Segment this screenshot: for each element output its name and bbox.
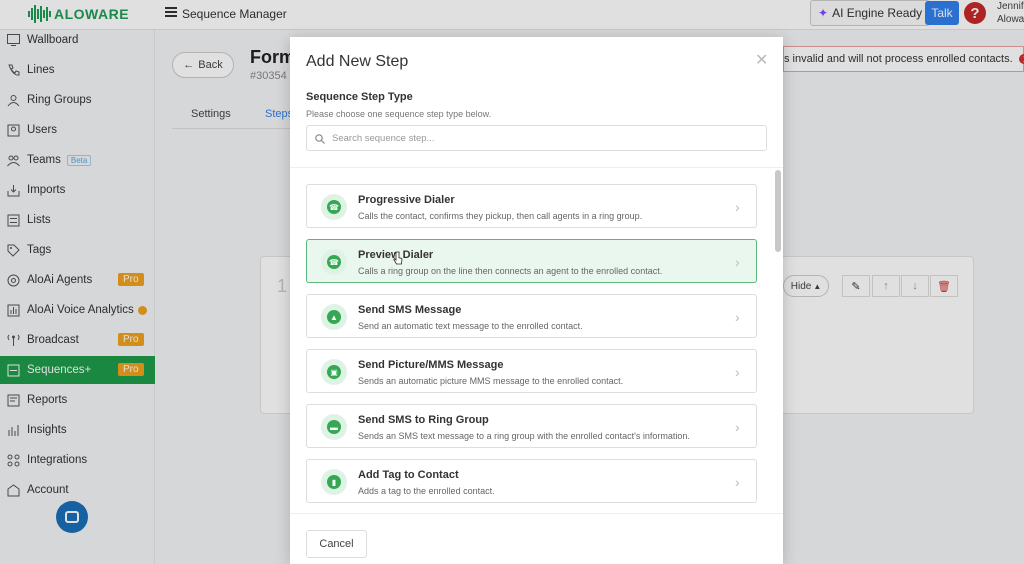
step-option-desc: Sends an SMS text message to a ring grou…: [358, 431, 690, 441]
cancel-button[interactable]: Cancel: [306, 530, 367, 558]
mouse-cursor-icon: [393, 251, 403, 265]
chevron-right-icon: ›: [735, 419, 740, 435]
sms-ring-group-icon: ▬: [321, 414, 347, 440]
chevron-right-icon: ›: [735, 364, 740, 380]
step-option-title: Add Tag to Contact: [358, 469, 459, 481]
search-icon: [315, 133, 325, 144]
step-option-title: Progressive Dialer: [358, 194, 455, 206]
scrollbar[interactable]: [775, 170, 781, 252]
search-input[interactable]: [332, 132, 752, 144]
step-option-add-tag[interactable]: ▮ Add Tag to Contact Adds a tag to the e…: [306, 459, 757, 503]
step-option-send-sms[interactable]: ▲ Send SMS Message Send an automatic tex…: [306, 294, 757, 338]
step-option-desc: Calls a ring group on the line then conn…: [358, 266, 663, 276]
step-option-title: Send SMS to Ring Group: [358, 414, 489, 426]
chevron-right-icon: ›: [735, 474, 740, 490]
close-icon[interactable]: ✕: [755, 50, 768, 70]
step-option-title: Send Picture/MMS Message: [358, 359, 504, 371]
preview-dialer-icon: ☎: [321, 249, 347, 275]
step-option-preview-dialer[interactable]: ☎ Preview Dialer Calls a ring group on t…: [306, 239, 757, 283]
divider: [290, 167, 783, 168]
step-option-desc: Send an automatic text message to the en…: [358, 321, 583, 331]
send-sms-icon: ▲: [321, 304, 347, 330]
modal-title: Add New Step: [306, 53, 409, 70]
step-type-label: Sequence Step Type: [306, 91, 413, 103]
step-option-title: Send SMS Message: [358, 304, 462, 316]
step-type-help: Please choose one sequence step type bel…: [306, 109, 492, 119]
chevron-right-icon: ›: [735, 199, 740, 215]
step-option-desc: Sends an automatic picture MMS message t…: [358, 376, 624, 386]
step-option-desc: Adds a tag to the enrolled contact.: [358, 486, 495, 496]
progressive-dialer-icon: ☎: [321, 194, 347, 220]
step-option-send-mms[interactable]: ▣ Send Picture/MMS Message Sends an auto…: [306, 349, 757, 393]
chevron-right-icon: ›: [735, 254, 740, 270]
add-step-modal: Add New Step ✕ Sequence Step Type Please…: [290, 37, 783, 564]
step-option-progressive-dialer[interactable]: ☎ Progressive Dialer Calls the contact, …: [306, 184, 757, 228]
step-option-sms-ring-group[interactable]: ▬ Send SMS to Ring Group Sends an SMS te…: [306, 404, 757, 448]
chevron-right-icon: ›: [735, 309, 740, 325]
search-box: [306, 125, 767, 151]
add-tag-icon: ▮: [321, 469, 347, 495]
step-option-desc: Calls the contact, confirms they pickup,…: [358, 211, 643, 221]
picture-mms-icon: ▣: [321, 359, 347, 385]
footer-divider: [290, 513, 783, 514]
